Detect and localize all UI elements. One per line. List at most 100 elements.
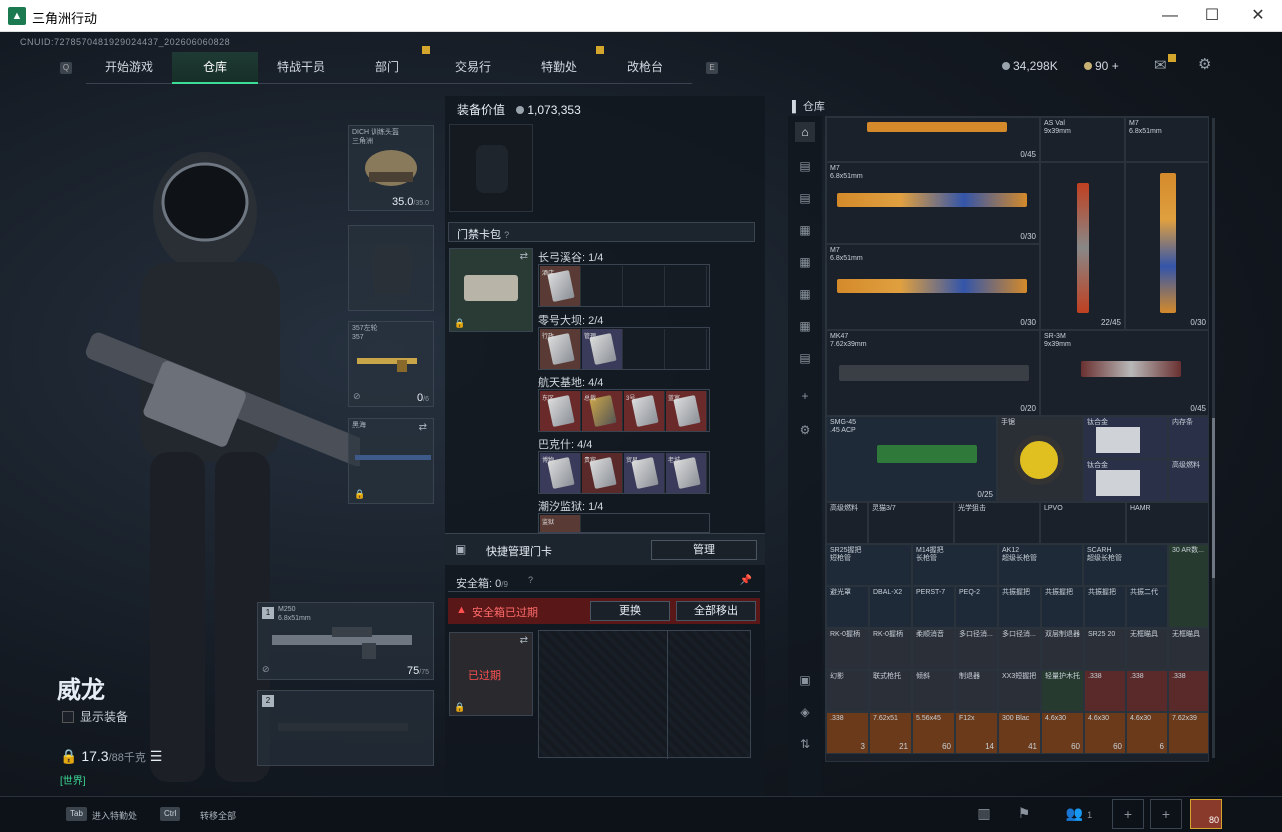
primary-weapon-slot-1[interactable]: 1 M250 6.8x51mm ⊘ 75/75	[257, 602, 434, 680]
player-avatar[interactable]: 80	[1190, 799, 1222, 829]
keycard[interactable]: 管理	[582, 329, 623, 369]
warehouse-item[interactable]: RK-0握柄	[826, 628, 869, 670]
help-icon[interactable]: ?	[528, 575, 533, 585]
warehouse-item[interactable]: 制退器	[955, 670, 998, 712]
warehouse-item[interactable]: PERST-7	[912, 586, 955, 628]
tab-gunsmith[interactable]: 改枪台	[602, 52, 688, 84]
invite-slot-1[interactable]: +	[1112, 799, 1144, 829]
manage-button[interactable]: 管理	[651, 540, 757, 560]
warehouse-item[interactable]: 多口径消...	[955, 628, 998, 670]
warehouse-item[interactable]: M7 6.8x51mm 0/30	[826, 244, 1040, 330]
backpack-slot[interactable]	[449, 124, 533, 212]
warehouse-item[interactable]: 共振握把	[998, 586, 1041, 628]
ammo-item[interactable]: 4.6x30 6	[1126, 712, 1168, 754]
warehouse-item[interactable]: M7 6.8x51mm	[1125, 117, 1208, 162]
weight-list-icon[interactable]: ☰	[150, 748, 163, 764]
pin-icon[interactable]: 📌	[740, 575, 752, 586]
warehouse-item[interactable]: 无框瞄具	[1168, 628, 1208, 670]
ammo-item[interactable]: 4.6x30 60	[1041, 712, 1084, 754]
world-channel[interactable]: [世界]	[60, 772, 86, 787]
transfer-all-label[interactable]: 转移全部	[200, 809, 236, 822]
ctrl-key-hint[interactable]: Ctrl	[160, 807, 181, 821]
nav-left-key[interactable]: Q	[60, 62, 72, 74]
ammo-item[interactable]: .338 3	[826, 712, 869, 754]
scrollbar-thumb[interactable]	[1212, 418, 1215, 578]
warehouse-item[interactable]: XX3短握把	[998, 670, 1041, 712]
warehouse-item[interactable]: 内存条	[1168, 416, 1208, 459]
warehouse-item[interactable]: SCARH 超级长枪管	[1083, 544, 1168, 586]
tab-trade[interactable]: 交易行	[430, 52, 516, 84]
warehouse-item[interactable]: SR25 20	[1084, 628, 1126, 670]
warehouse-item[interactable]: 22/45	[1040, 162, 1125, 330]
keycard-empty[interactable]	[624, 329, 665, 369]
tidy-icon[interactable]: ⇅	[795, 734, 815, 754]
warehouse-page-7-icon[interactable]: ▤	[795, 348, 815, 368]
warehouse-item[interactable]: 无框瞄具	[1126, 628, 1168, 670]
warehouse-item[interactable]: .338	[1168, 670, 1208, 712]
warehouse-item[interactable]: 30 AR数...	[1168, 544, 1208, 628]
keycard[interactable]: 东区	[540, 391, 581, 431]
help-icon[interactable]: ?	[504, 230, 509, 240]
coin-balance[interactable]: 34,298K	[1002, 59, 1058, 73]
maximize-button[interactable]: ☐	[1192, 4, 1232, 28]
mail-icon[interactable]: ✉	[1154, 56, 1167, 74]
pistol-slot[interactable]: 357左轮 357 ⊘ 0/6	[348, 321, 434, 407]
warehouse-item[interactable]: 光学狙击	[954, 502, 1040, 544]
stats-chart-icon[interactable]: ▥	[968, 799, 1000, 829]
warehouse-item[interactable]: M7 6.8x51mm 0/30	[826, 162, 1040, 244]
enter-special-ops-label[interactable]: 进入特勤处	[92, 809, 137, 822]
keycard-empty[interactable]	[582, 266, 623, 306]
warehouse-item[interactable]: MK47 7.62x39mm 0/20	[826, 330, 1040, 416]
armor-slot[interactable]	[348, 225, 434, 311]
ammo-item[interactable]: F12x 14	[955, 712, 998, 754]
add-ticket-button[interactable]: +	[1112, 59, 1119, 73]
keycard[interactable]: 总裁	[582, 391, 623, 431]
close-button[interactable]: ✕	[1238, 4, 1278, 28]
keycard-empty[interactable]	[624, 266, 665, 306]
warehouse-item[interactable]: PEQ-2	[955, 586, 998, 628]
keycard[interactable]: 蓝室	[666, 391, 707, 431]
keycard[interactable]: 博物	[540, 453, 581, 493]
warehouse-item[interactable]: 0/30	[1125, 162, 1208, 330]
warehouse-item[interactable]: 高级燃料	[1168, 459, 1208, 502]
squad-button[interactable]: 👥 1	[1056, 799, 1102, 829]
warehouse-item[interactable]: M14握把 长枪管	[912, 544, 998, 586]
warehouse-item[interactable]: 共振握把	[1084, 586, 1126, 628]
warehouse-item[interactable]: 倾斜	[912, 670, 955, 712]
swap-icon[interactable]: ⇄	[419, 422, 427, 433]
warehouse-item[interactable]: .338	[1126, 670, 1168, 712]
safebox-grid[interactable]	[538, 630, 751, 759]
warehouse-item[interactable]: 避光罩	[826, 586, 869, 628]
ammo-item[interactable]: 7.62x39	[1168, 712, 1208, 754]
swap-button[interactable]: 更换	[590, 601, 670, 621]
show-equip-checkbox[interactable]	[62, 711, 74, 723]
warehouse-item[interactable]: DBAL-X2	[869, 586, 912, 628]
melee-slot[interactable]: 黑海 ⇄ 🔒	[348, 418, 434, 504]
warehouse-item[interactable]: 多口径消...	[998, 628, 1041, 670]
warehouse-page-3-icon[interactable]: ▦	[795, 220, 815, 240]
warehouse-page-1-icon[interactable]: ▤	[795, 156, 815, 176]
ammo-item[interactable]: 7.62x51 21	[869, 712, 912, 754]
warehouse-item[interactable]: 轻量护木托	[1041, 670, 1084, 712]
helmet-slot[interactable]: DICH 训练头盔 三角洲 35.0/35.0	[348, 125, 434, 211]
warehouse-item[interactable]: SMG-45 .45 ACP 0/25	[826, 416, 997, 502]
warehouse-item[interactable]: 钛合金	[1083, 459, 1168, 502]
settings-gear-icon[interactable]: ⚙	[1198, 55, 1211, 73]
primary-weapon-slot-2[interactable]: 2	[257, 690, 434, 766]
keycard[interactable]: 3号	[624, 391, 665, 431]
warehouse-item[interactable]: RK-0握柄	[869, 628, 912, 670]
tab-key-hint[interactable]: Tab	[66, 807, 87, 821]
safebox-slot[interactable]: 已过期 ⇄ 🔒	[449, 632, 533, 716]
warehouse-item[interactable]: 高级燃料	[826, 502, 868, 544]
warehouse-item[interactable]: 0/45	[826, 117, 1040, 162]
swap-icon[interactable]: ⇄	[520, 635, 528, 646]
flag-icon[interactable]: ⚑	[1008, 799, 1040, 829]
warehouse-item[interactable]: 双层制退器	[1041, 628, 1084, 670]
warehouse-item[interactable]: 柔顺消音	[912, 628, 955, 670]
tab-start-game[interactable]: 开始游戏	[86, 52, 172, 84]
tab-warehouse[interactable]: 仓库	[172, 52, 258, 84]
warehouse-item[interactable]: .338	[1084, 670, 1126, 712]
warehouse-scrollbar[interactable]	[1212, 118, 1215, 758]
warehouse-page-4-icon[interactable]: ▦	[795, 252, 815, 272]
warehouse-item[interactable]: SR25握把 短枪管	[826, 544, 912, 586]
